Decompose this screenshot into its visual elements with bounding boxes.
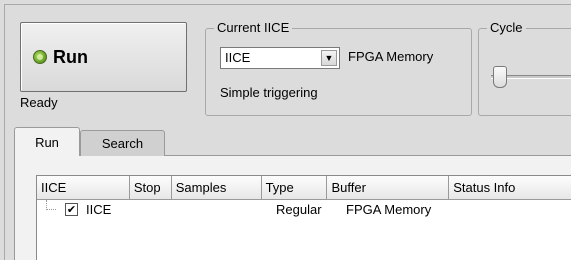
column-header-type[interactable]: Type [261, 176, 328, 200]
cycle-slider-thumb[interactable] [493, 66, 507, 88]
run-status-icon [33, 50, 47, 64]
row-iice-name: IICE [86, 202, 112, 217]
memory-label: FPGA Memory [348, 49, 434, 64]
dropdown-arrow-icon[interactable]: ▼ [321, 50, 337, 66]
column-header-stop[interactable]: Stop [129, 176, 172, 200]
column-header-iice[interactable]: IICE [37, 176, 130, 200]
row-buffer: FPGA Memory [346, 202, 432, 217]
triggering-label: Simple triggering [220, 85, 318, 100]
table-header: IICE Stop Samples Type Buffer Status Inf… [37, 176, 571, 200]
tab-area: Run Search IICE Stop Samples Type Buffer… [14, 127, 571, 260]
status-text: Ready [20, 95, 58, 110]
tab-search[interactable]: Search [80, 130, 165, 156]
current-iice-title: Current IICE [214, 20, 293, 35]
run-button[interactable]: Run [20, 22, 187, 92]
cycle-group: Cycle [478, 20, 571, 116]
iice-table: IICE Stop Samples Type Buffer Status Inf… [36, 175, 571, 260]
row-checkbox[interactable]: ✔ [65, 203, 78, 216]
column-header-status-info[interactable]: Status Info [449, 176, 571, 200]
tab-run[interactable]: Run [14, 127, 80, 156]
row-type: Regular [276, 202, 322, 217]
iice-select[interactable]: IICE ▼ [220, 47, 340, 69]
column-header-samples[interactable]: Samples [171, 176, 262, 200]
table-row[interactable]: ✔ IICE Regular FPGA Memory [37, 200, 571, 220]
tree-connector [46, 200, 56, 210]
cycle-title: Cycle [487, 20, 526, 35]
current-iice-group: Current IICE IICE ▼ FPGA Memory Simple t… [205, 20, 472, 116]
column-header-buffer[interactable]: Buffer [327, 176, 450, 200]
iice-select-value: IICE [225, 50, 251, 65]
run-button-label: Run [53, 46, 88, 67]
